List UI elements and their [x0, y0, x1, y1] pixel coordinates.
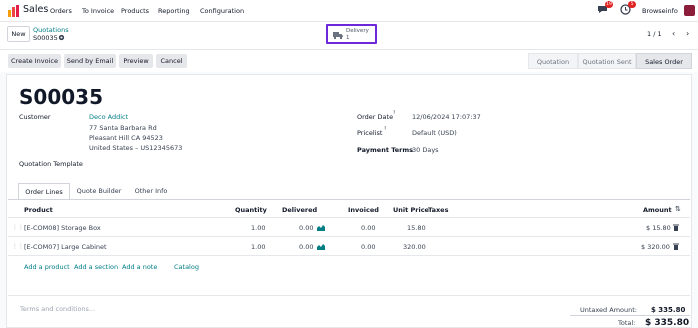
delivery-smart-button[interactable]: Delivery 1 — [326, 24, 377, 44]
tab-order-lines[interactable]: Order Lines — [18, 183, 70, 200]
divider — [570, 315, 690, 316]
col-taxes[interactable]: Taxes — [428, 206, 448, 214]
add-product-link[interactable]: Add a product — [24, 263, 70, 271]
menu-orders[interactable]: Orders — [50, 7, 72, 15]
optional-columns-icon[interactable]: ⇅ — [675, 205, 681, 213]
status-quotation-sent[interactable]: Quotation Sent — [578, 53, 636, 69]
col-unit-price[interactable]: Unit Price — [393, 206, 429, 214]
pager-next-icon[interactable]: › — [686, 29, 689, 38]
create-invoice-button[interactable]: Create Invoice — [8, 54, 61, 68]
messages-badge: 19 — [605, 1, 613, 8]
help-icon[interactable]: ? — [393, 111, 395, 116]
trash-icon[interactable] — [673, 224, 679, 231]
send-by-email-button[interactable]: Send by Email — [64, 54, 116, 68]
catalog-link[interactable]: Catalog — [174, 263, 199, 271]
quotation-template-label: Quotation Template — [19, 160, 83, 168]
forecast-chart-icon[interactable] — [317, 224, 325, 231]
status-bar: Quotation Quotation Sent Sales Order — [528, 53, 692, 69]
total-label: Total: — [618, 319, 636, 327]
line-amount: $ 320.00 — [641, 243, 670, 251]
col-quantity[interactable]: Quantity — [235, 206, 267, 214]
activities-button[interactable]: 5 — [620, 1, 636, 15]
payment-terms-value[interactable]: 30 Days — [412, 146, 439, 154]
divider — [0, 49, 698, 50]
menu-reporting[interactable]: Reporting — [158, 7, 190, 15]
customer-address-line: 77 Santa Barbara Rd — [89, 124, 157, 132]
new-button[interactable]: New — [7, 26, 30, 42]
line-invoiced: 0.00 — [361, 224, 376, 232]
user-avatar[interactable] — [684, 5, 695, 16]
add-section-link[interactable]: Add a section — [74, 263, 118, 271]
preview-button[interactable]: Preview — [119, 54, 153, 68]
help-icon[interactable]: ? — [384, 127, 386, 132]
line-invoiced: 0.00 — [361, 243, 376, 251]
line-unit-price[interactable]: 15.80 — [407, 224, 426, 232]
pricelist-label: Pricelist — [357, 129, 383, 137]
tab-other-info[interactable]: Other Info — [128, 183, 174, 200]
line-amount: $ 15.80 — [646, 224, 671, 232]
pricelist-value[interactable]: Default (USD) — [412, 129, 457, 137]
payment-terms-label: Payment Terms — [357, 146, 414, 154]
status-sales-order[interactable]: Sales Order — [636, 53, 692, 69]
drag-handle-icon[interactable]: ⋮⋮ — [12, 243, 24, 250]
pager-value[interactable]: 1 / 1 — [647, 30, 662, 38]
add-note-link[interactable]: Add a note — [122, 263, 157, 271]
delivery-label: Delivery — [346, 28, 369, 34]
customer-address-line: United States – US12345673 — [89, 144, 183, 152]
breadcrumb-quotations[interactable]: Quotations — [33, 26, 69, 34]
untaxed-amount-value: $ 335.80 — [651, 306, 686, 314]
breadcrumb-current: S00035 — [33, 34, 58, 42]
terms-input[interactable]: Terms and conditions... — [20, 305, 95, 313]
customer-address-line: Pleasant Hill CA 94523 — [89, 134, 163, 142]
sales-app-icon[interactable] — [8, 5, 20, 17]
tab-quote-builder[interactable]: Quote Builder — [72, 183, 126, 200]
cancel-button[interactable]: Cancel — [156, 54, 187, 68]
record-title: S00035 — [19, 85, 103, 109]
drag-handle-icon[interactable]: ⋮⋮ — [12, 224, 24, 231]
top-navbar: Sales Orders To Invoice Products Reporti… — [0, 0, 698, 22]
line-unit-price[interactable]: 320.00 — [403, 243, 426, 251]
customer-link[interactable]: Deco Addict — [89, 113, 128, 121]
total-value: $ 335.80 — [645, 318, 690, 328]
tab-divider — [8, 199, 690, 200]
line-quantity[interactable]: 1.00 — [251, 243, 265, 251]
menu-products[interactable]: Products — [121, 7, 149, 15]
menu-configuration[interactable]: Configuration — [200, 7, 244, 15]
menu-to-invoice[interactable]: To Invoice — [82, 7, 114, 15]
line-quantity[interactable]: 1.00 — [251, 224, 265, 232]
delivery-count: 1 — [346, 35, 350, 41]
status-quotation[interactable]: Quotation — [528, 53, 578, 69]
app-name[interactable]: Sales — [23, 4, 48, 15]
line-product[interactable]: [E-COM07] Large Cabinet — [24, 243, 107, 251]
trash-icon[interactable] — [673, 243, 679, 250]
truck-icon — [333, 32, 343, 39]
col-product[interactable]: Product — [24, 206, 53, 214]
col-amount[interactable]: Amount — [643, 206, 672, 214]
untaxed-amount-label: Untaxed Amount: — [580, 306, 637, 314]
line-product[interactable]: [E-COM08] Storage Box — [24, 224, 101, 232]
pager-prev-icon[interactable]: ‹ — [672, 29, 675, 38]
company-switcher[interactable]: Browseinfo — [642, 7, 678, 15]
messages-button[interactable]: 19 — [597, 1, 613, 15]
order-date-value[interactable]: 12/06/2024 17:07:37 — [412, 113, 481, 121]
order-date-label: Order Date — [357, 113, 394, 121]
forecast-chart-icon[interactable] — [317, 243, 325, 250]
row-divider — [8, 217, 690, 218]
col-delivered[interactable]: Delivered — [282, 206, 317, 214]
line-delivered: 0.00 — [299, 243, 314, 251]
row-divider — [8, 255, 690, 256]
col-invoiced[interactable]: Invoiced — [348, 206, 379, 214]
row-divider — [8, 295, 690, 296]
gear-icon[interactable] — [58, 34, 65, 41]
row-divider — [8, 236, 690, 237]
line-delivered: 0.00 — [299, 224, 314, 232]
activities-badge: 5 — [628, 1, 636, 8]
customer-label: Customer — [19, 113, 51, 121]
